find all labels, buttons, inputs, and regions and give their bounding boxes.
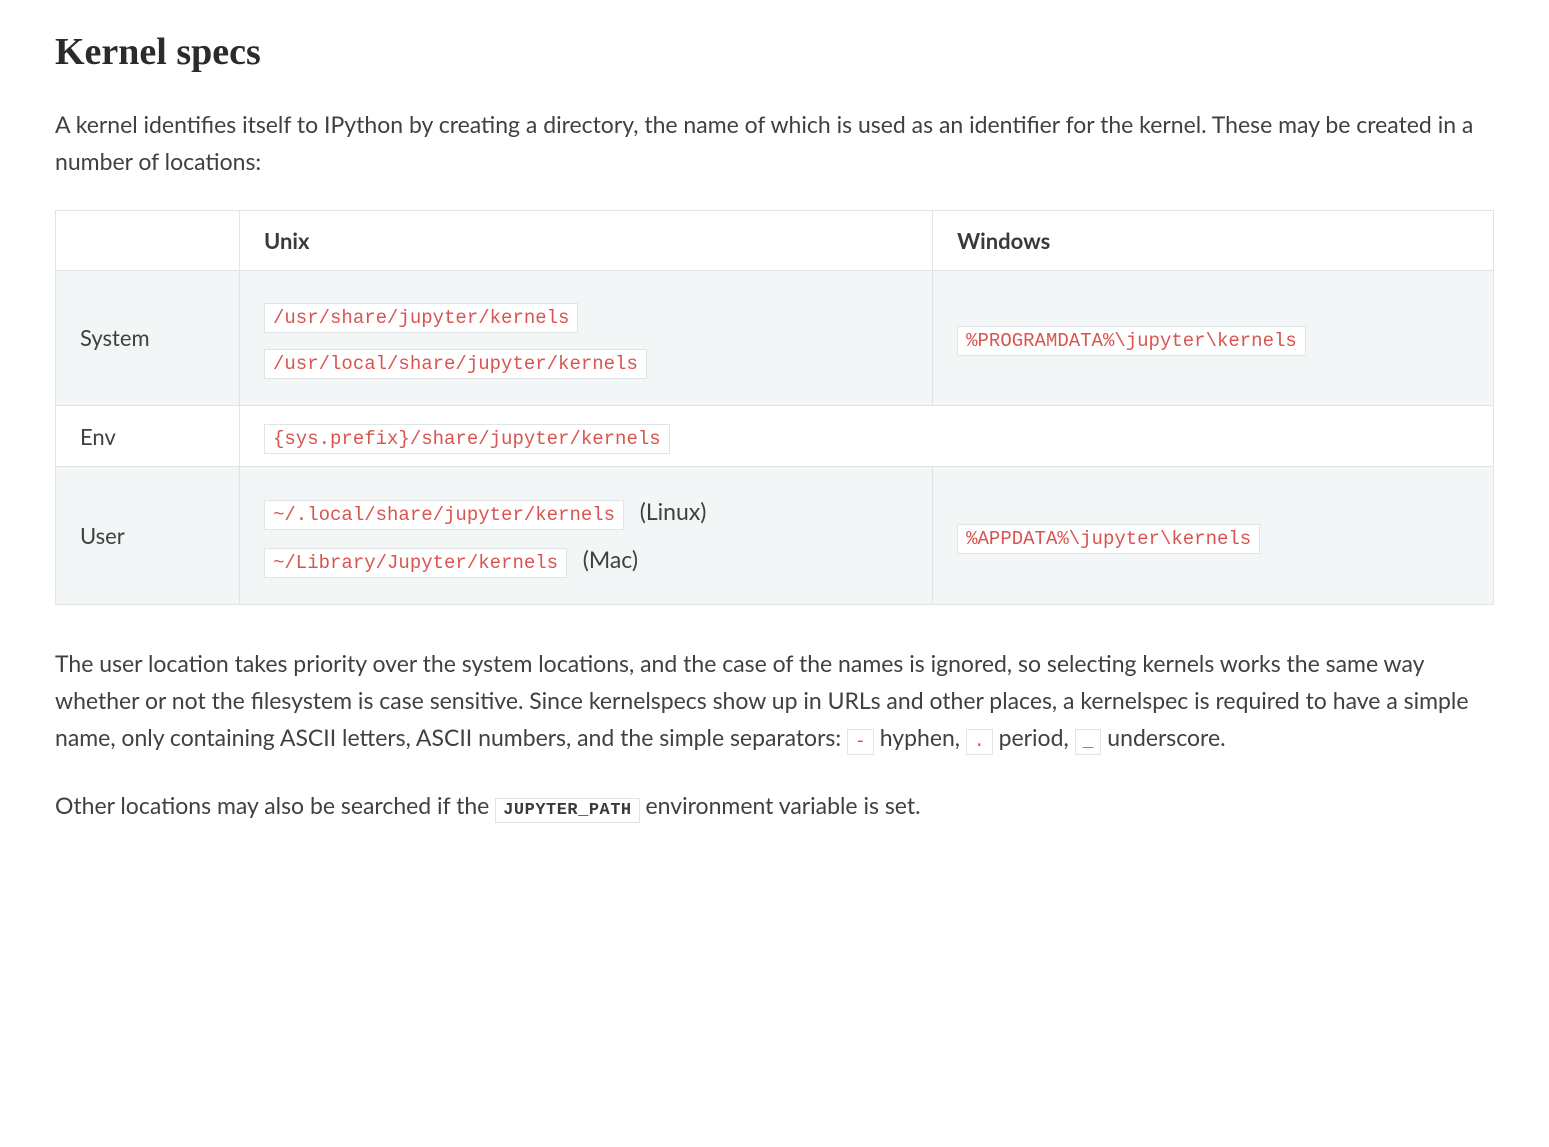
kernel-locations-table: Unix Windows System /usr/share/jupyter/k… [55, 210, 1494, 606]
separator-period-code: . [966, 729, 993, 755]
cell-system-unix: /usr/share/jupyter/kernels /usr/local/sh… [240, 270, 933, 406]
table-header-unix: Unix [240, 210, 933, 270]
code-path: /usr/local/share/jupyter/kernels [264, 349, 647, 379]
table-row-user: User ~/.local/share/jupyter/kernels (Lin… [56, 467, 1494, 605]
text-run: period, [999, 723, 1075, 751]
text-run: Other locations may also be searched if … [55, 791, 495, 819]
cell-env-unix: {sys.prefix}/share/jupyter/kernels [240, 406, 1494, 467]
cell-user-windows: %APPDATA%\jupyter\kernels [933, 467, 1494, 605]
code-path: /usr/share/jupyter/kernels [264, 303, 578, 333]
code-path: {sys.prefix}/share/jupyter/kernels [264, 424, 670, 454]
table-row-system: System /usr/share/jupyter/kernels /usr/l… [56, 270, 1494, 406]
cell-user-unix: ~/.local/share/jupyter/kernels (Linux) ~… [240, 467, 933, 605]
jupyter-path-paragraph: Other locations may also be searched if … [55, 787, 1494, 824]
text-run: hyphen, [880, 723, 966, 751]
section-title: Kernel specs [55, 30, 1494, 74]
code-path: ~/Library/Jupyter/kernels [264, 548, 567, 578]
table-row-env: Env {sys.prefix}/share/jupyter/kernels [56, 406, 1494, 467]
separator-underscore-code: _ [1075, 729, 1102, 755]
table-header-windows: Windows [933, 210, 1494, 270]
table-header-row: Unix Windows [56, 210, 1494, 270]
text-run: environment variable is set. [646, 791, 921, 819]
os-suffix-mac: (Mac) [583, 545, 638, 573]
priority-paragraph: The user location takes priority over th… [55, 645, 1494, 756]
table-header-blank [56, 210, 240, 270]
code-path: %APPDATA%\jupyter\kernels [957, 524, 1260, 554]
code-path: ~/.local/share/jupyter/kernels [264, 500, 624, 530]
intro-paragraph: A kernel identifies itself to IPython by… [55, 106, 1494, 180]
row-label-env: Env [56, 406, 240, 467]
row-label-system: System [56, 270, 240, 406]
cell-system-windows: %PROGRAMDATA%\jupyter\kernels [933, 270, 1494, 406]
text-run: underscore. [1107, 723, 1225, 751]
os-suffix-linux: (Linux) [640, 497, 707, 525]
text-run: The user location takes priority over th… [55, 649, 1469, 751]
env-var-code: JUPYTER_PATH [495, 798, 639, 823]
document-page: Kernel specs A kernel identifies itself … [0, 0, 1549, 909]
row-label-user: User [56, 467, 240, 605]
code-path: %PROGRAMDATA%\jupyter\kernels [957, 326, 1306, 356]
separator-hyphen-code: - [847, 729, 874, 755]
